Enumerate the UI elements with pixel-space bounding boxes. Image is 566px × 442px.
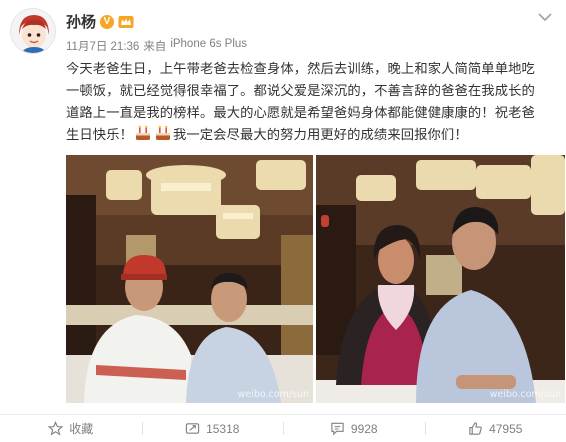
post-photo-1[interactable]: weibo.com/sun: [66, 155, 313, 403]
post-text-line: 道路上一直是我的榜样。最大的心愿就是希望爸妈身体都能健健康康的！祝老爸: [66, 105, 535, 120]
photo-watermark: weibo.com/sun: [237, 389, 309, 400]
birthday-wish: 生日快乐！: [66, 127, 133, 142]
verified-badge-icon: V: [100, 14, 115, 29]
repost-button[interactable]: 15318: [141, 415, 284, 442]
comment-count: 9928: [350, 421, 378, 436]
avatar[interactable]: [10, 8, 56, 54]
post-time[interactable]: 11月7日 21:36: [66, 38, 139, 54]
cake-icon: [135, 125, 150, 140]
post-author: 孙杨 V: [66, 11, 134, 32]
repost-icon: [185, 423, 200, 434]
post-text-line-4: 生日快乐！ 我一定会尽最大的努力用更好的成绩来回报你们！: [66, 124, 554, 146]
like-button[interactable]: 47955: [424, 415, 566, 442]
action-bar: 收藏 15318 9928 47955: [0, 415, 566, 442]
source-prefix: 来自: [143, 41, 167, 53]
post-text-line: 一顿饭，就已经觉得很幸福了。都说父爱是深沉的，不善言辞的爸爸在我成长的: [66, 83, 535, 98]
favorite-button[interactable]: 收藏: [0, 415, 142, 442]
post-photo-2[interactable]: weibo.com/sun: [316, 155, 565, 403]
post-text-line: 我一定会尽最大的努力用更好的成绩来回报你们！: [172, 127, 468, 142]
post-source: iPhone 6s Plus: [170, 38, 248, 50]
photo-restaurant-parents: [316, 155, 565, 403]
photo-watermark: weibo.com/sun: [489, 389, 561, 400]
member-crown-icon[interactable]: [118, 15, 134, 29]
star-icon: [48, 421, 64, 436]
cake-icon: [155, 125, 170, 140]
post-text-line: 今天老爸生日，上午带老爸去检查身体，然后去训练，晚上和家人简简单单地吃: [66, 61, 535, 76]
post-text: 今天老爸生日，上午带老爸去检查身体，然后去训练，晚上和家人简简单单地吃 一顿饭，…: [66, 58, 554, 146]
chevron-down-icon[interactable]: [536, 10, 554, 24]
author-name[interactable]: 孙杨: [66, 11, 96, 32]
thumbs-up-icon: [469, 422, 482, 435]
photo-restaurant-father-son: [66, 155, 313, 403]
comment-button[interactable]: 9928: [283, 415, 425, 442]
favorite-label: 收藏: [69, 422, 94, 436]
like-count: 47955: [489, 421, 523, 436]
repost-count: 15318: [206, 421, 240, 436]
post-meta: 11月7日 21:36 来自 iPhone 6s Plus: [66, 38, 247, 54]
comment-icon: [331, 422, 344, 436]
avatar-cartoon-icon: [11, 9, 55, 53]
